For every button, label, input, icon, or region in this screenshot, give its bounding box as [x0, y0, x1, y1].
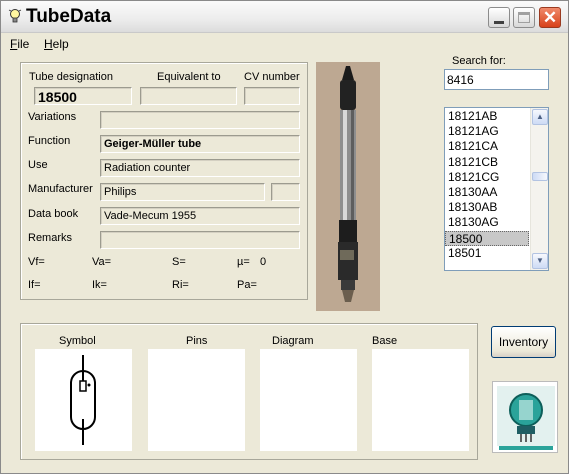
search-input[interactable]: 8416	[444, 69, 549, 90]
label-s: S=	[172, 256, 186, 268]
label-function: Function	[28, 135, 71, 147]
list-item[interactable]: 18130AB	[445, 200, 529, 215]
label-vf: Vf=	[28, 256, 45, 268]
list-item[interactable]: 18121CB	[445, 155, 529, 170]
menu-file-rest: ile	[17, 37, 30, 51]
tube-designation-field[interactable]: 18500	[34, 87, 132, 105]
menu-help-mnemonic: H	[44, 37, 53, 51]
use-field[interactable]: Radiation counter	[100, 159, 300, 177]
maximize-icon	[518, 12, 530, 23]
lightbulb-icon	[8, 9, 22, 23]
label-remarks: Remarks	[28, 232, 73, 244]
list-item[interactable]: 18121CA	[445, 139, 529, 154]
list-item[interactable]: 18130AA	[445, 185, 529, 200]
manufacturer-extra-field[interactable]	[271, 183, 300, 201]
remarks-field[interactable]	[100, 231, 300, 249]
label-ik: Ik=	[92, 279, 107, 291]
menu-file[interactable]: File	[10, 37, 29, 51]
panel-diagram-label: Diagram	[272, 335, 314, 347]
cv-number-field[interactable]	[244, 87, 300, 105]
close-button[interactable]: ✕	[539, 7, 561, 28]
arrow-down-icon: ▼	[536, 256, 544, 265]
menu-bar: File Help	[1, 34, 568, 53]
label-if: If=	[28, 279, 41, 291]
list-item[interactable]: 18121CG	[445, 170, 529, 185]
app-window: TubeData ✕ File Help Tube designation Eq…	[0, 0, 569, 474]
panel-symbol-label: Symbol	[59, 335, 96, 347]
inventory-button[interactable]: Inventory	[491, 326, 556, 358]
close-icon: ✕	[542, 8, 558, 27]
panel-pins-label: Pins	[186, 335, 208, 347]
minimize-button[interactable]	[488, 7, 510, 28]
title-bar: TubeData ✕	[1, 1, 568, 33]
window-title: TubeData	[26, 6, 112, 27]
data-book-field[interactable]: Vade-Mecum 1955	[100, 207, 300, 225]
function-field[interactable]: Geiger-Müller tube	[100, 135, 300, 153]
mu-value: 0	[260, 256, 267, 268]
label-equivalent-to: Equivalent to	[157, 71, 221, 83]
scroll-down-button[interactable]: ▼	[532, 253, 548, 269]
symbol-panel	[35, 349, 132, 451]
app-logo	[492, 381, 558, 453]
geiger-tube-image	[316, 62, 380, 311]
tube-listbox[interactable]: 18121AB 18121AG 18121CA 18121CB 18121CG …	[444, 107, 549, 271]
panel-base-label: Base	[372, 335, 398, 347]
label-tube-designation: Tube designation	[29, 71, 113, 83]
search-label: Search for:	[452, 55, 506, 67]
label-data-book: Data book	[28, 208, 79, 220]
list-item-selected[interactable]: 18500	[445, 230, 529, 246]
list-item[interactable]: 18121AG	[445, 124, 529, 139]
menu-help[interactable]: Help	[44, 37, 69, 51]
variations-field[interactable]	[100, 111, 300, 129]
label-va: Va=	[92, 256, 112, 268]
geiger-tube-symbol-icon	[70, 355, 96, 445]
logo-tube-icon	[493, 382, 557, 452]
label-manufacturer: Manufacturer	[28, 183, 93, 195]
list-item[interactable]: 18121AB	[445, 109, 529, 124]
base-panel	[372, 349, 469, 451]
label-pa: Pa=	[237, 279, 257, 291]
label-use: Use	[28, 159, 48, 171]
arrow-up-icon: ▲	[536, 112, 544, 121]
label-variations: Variations	[28, 111, 77, 123]
minimize-icon	[494, 21, 504, 24]
scroll-up-button[interactable]: ▲	[532, 109, 548, 125]
pins-panel	[148, 349, 245, 451]
tube-photo	[316, 62, 380, 311]
scrollbar-thumb[interactable]	[532, 172, 548, 181]
label-ri: Ri=	[172, 279, 189, 291]
label-mu: µ=	[237, 256, 250, 268]
list-scrollbar[interactable]: ▲ ▼	[530, 108, 548, 270]
manufacturer-field[interactable]: Philips	[100, 183, 265, 201]
equivalent-to-field[interactable]	[140, 87, 237, 105]
diagram-panel	[260, 349, 357, 451]
label-cv-number: CV number	[244, 71, 300, 83]
maximize-button[interactable]	[513, 7, 535, 28]
list-item[interactable]: 18501	[445, 246, 529, 261]
menu-help-rest: elp	[52, 37, 69, 51]
list-item[interactable]: 18130AG	[445, 215, 529, 230]
